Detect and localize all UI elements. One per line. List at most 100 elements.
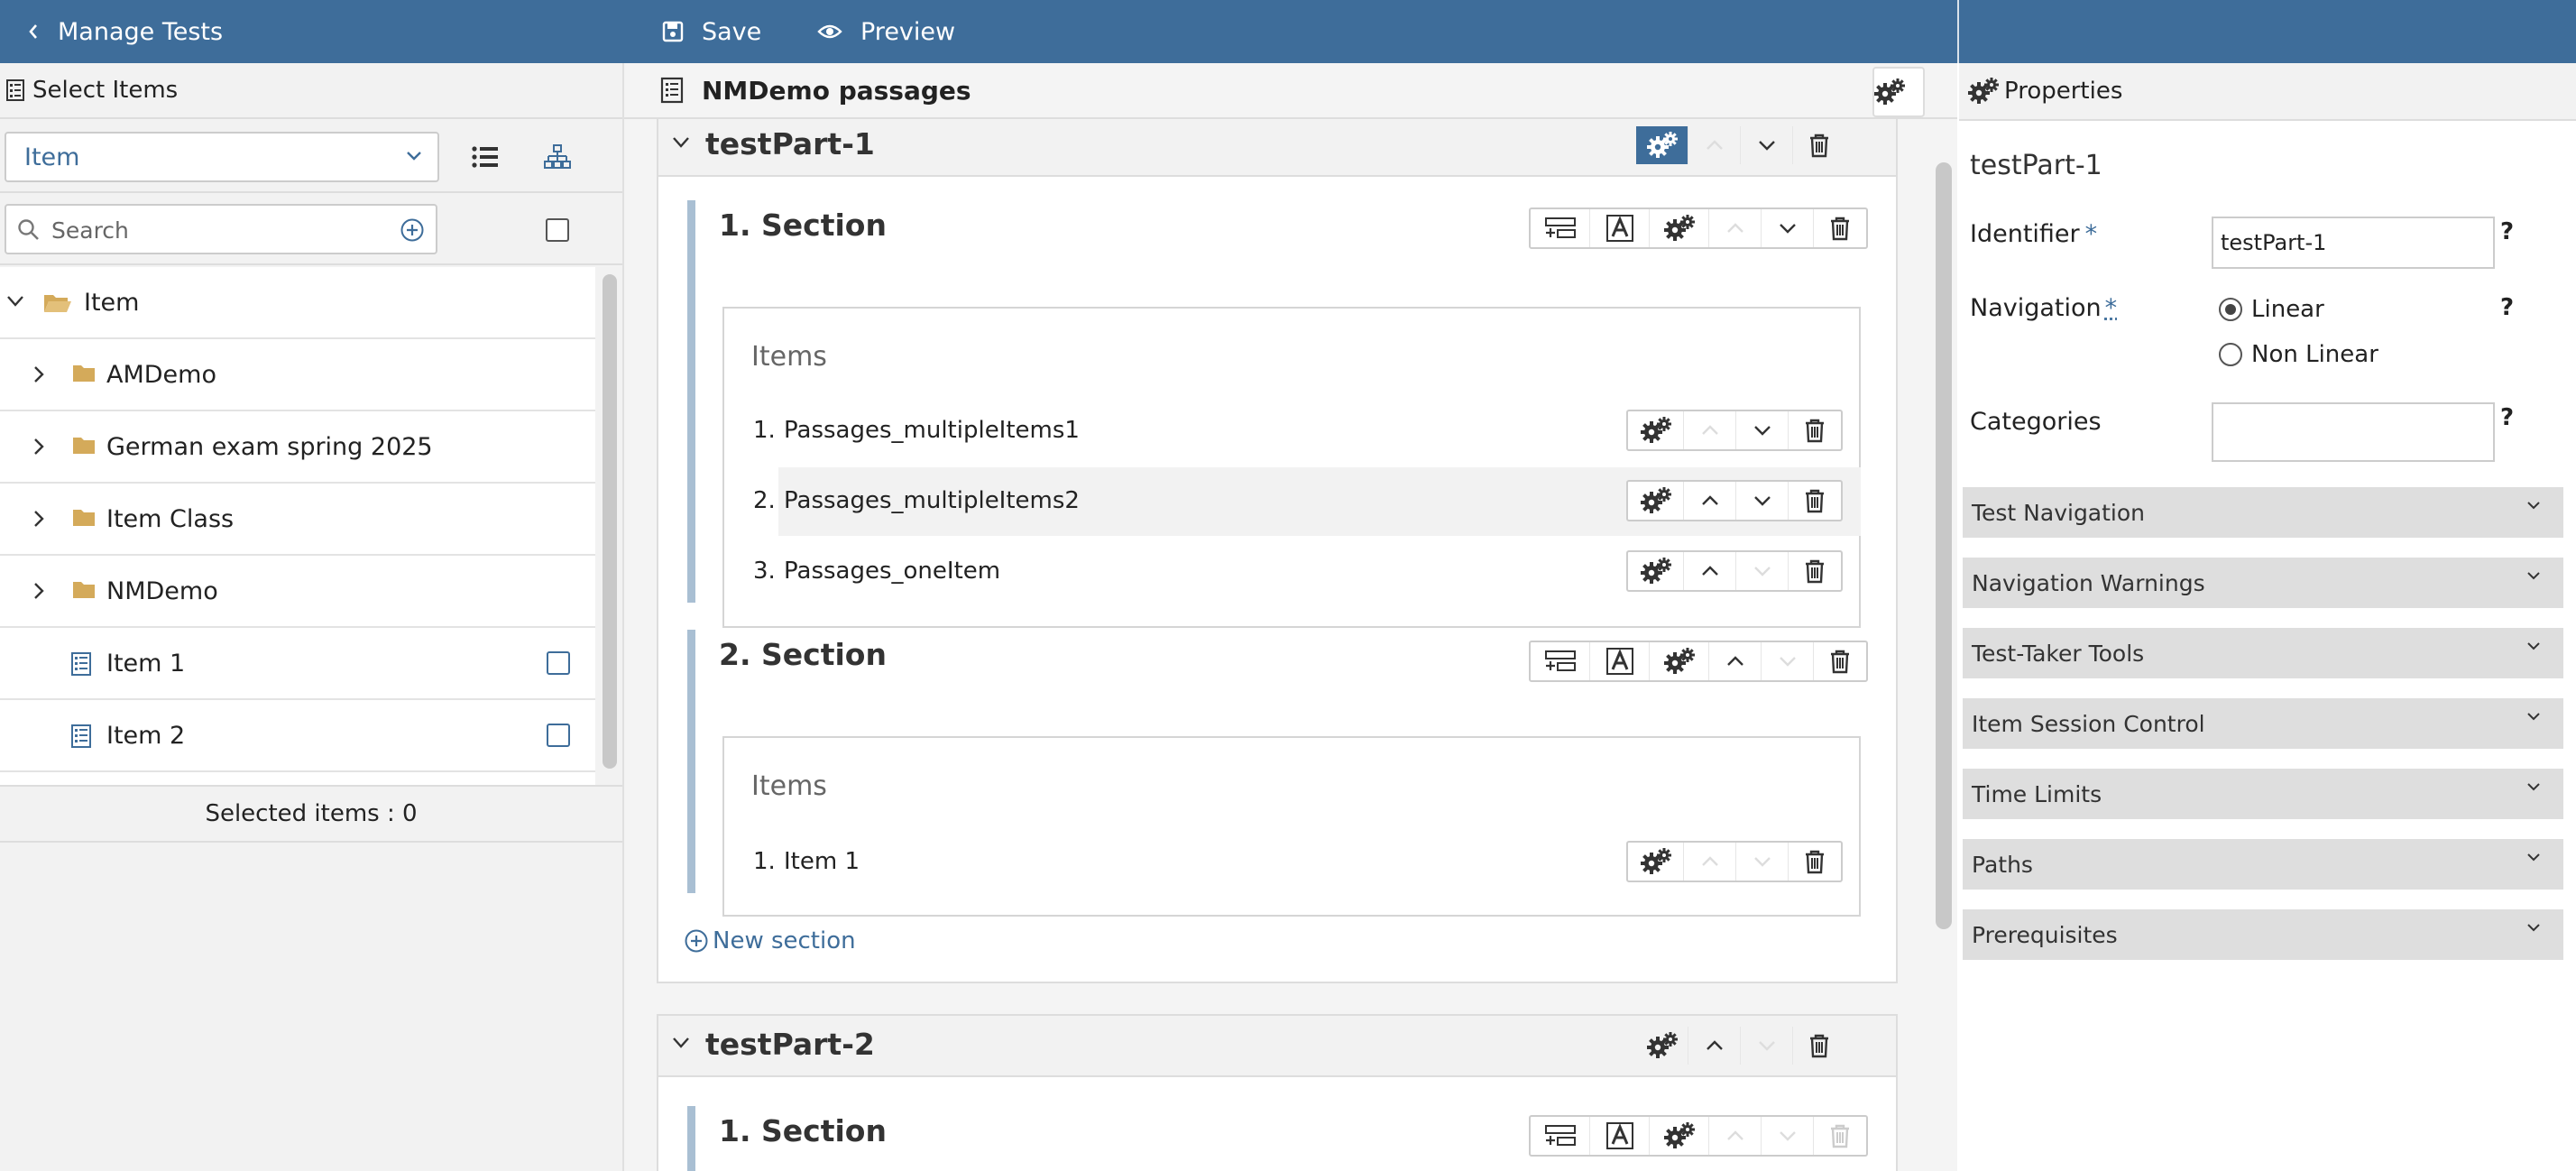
move-down-button — [1736, 843, 1789, 881]
accordion-test-taker-tools[interactable]: Test-Taker Tools — [1963, 628, 2563, 678]
chevron-down-icon — [1753, 567, 1771, 576]
move-down-button[interactable] — [1762, 209, 1814, 247]
delete-section-button[interactable] — [1814, 642, 1866, 680]
select-items-panel: Select Items Item Item AMDemo — [0, 63, 624, 1171]
delete-test-part-button[interactable] — [1793, 126, 1845, 164]
move-up-button[interactable] — [1684, 482, 1736, 520]
delete-test-part-button[interactable] — [1793, 1027, 1845, 1065]
section-rubric-button[interactable] — [1590, 209, 1650, 247]
list-icon — [472, 146, 498, 168]
selected-element-title: testPart-1 — [1970, 150, 2102, 181]
tree-label: Item 2 — [106, 721, 186, 750]
search-input[interactable] — [51, 213, 385, 247]
item-ref-row[interactable]: 1. Passages_multipleItems1 — [753, 397, 1861, 466]
item-properties-button[interactable] — [1628, 552, 1684, 590]
trash-icon — [1806, 850, 1824, 874]
section-properties-button[interactable] — [1650, 209, 1709, 247]
tree-row-nmdemo[interactable]: NMDemo — [0, 556, 595, 628]
list-view-button[interactable] — [462, 135, 509, 179]
item-ref-row[interactable]: 1. Item 1 — [753, 828, 1861, 897]
test-part-properties-button[interactable] — [1636, 126, 1688, 164]
save-button[interactable]: Save — [662, 0, 761, 63]
tree-row-item-root[interactable]: Item — [0, 267, 595, 339]
tree-row-german-exam[interactable]: German exam spring 2025 — [0, 411, 595, 484]
item-1-checkbox[interactable] — [547, 651, 570, 675]
tree-row-item-class[interactable]: Item Class — [0, 484, 595, 556]
accordion-time-limits[interactable]: Time Limits — [1963, 769, 2563, 819]
text-a-icon — [1605, 1122, 1633, 1149]
add-circle-icon[interactable] — [400, 217, 425, 243]
move-up-button[interactable] — [1688, 1027, 1741, 1065]
gears-icon — [1640, 848, 1671, 874]
move-down-button[interactable] — [1736, 411, 1789, 449]
chevron-down-icon[interactable] — [671, 1036, 691, 1050]
accordion-navigation-warnings[interactable]: Navigation Warnings — [1963, 558, 2563, 608]
tree-row-amdemo[interactable]: AMDemo — [0, 339, 595, 411]
properties-header: Properties — [1959, 63, 2576, 121]
categories-help[interactable]: ? — [2500, 404, 2514, 431]
move-up-button[interactable] — [1709, 642, 1762, 680]
item-properties-button[interactable] — [1628, 411, 1684, 449]
chevron-down-icon — [2527, 572, 2540, 580]
categories-input[interactable] — [2212, 402, 2495, 462]
preview-button[interactable]: Preview — [817, 0, 955, 63]
delete-item-button[interactable] — [1789, 552, 1841, 590]
delete-section-button[interactable] — [1814, 209, 1866, 247]
test-authoring-area: testPart-1 1. Section Items 1. Passages_… — [624, 63, 1957, 1171]
test-part-1-toolbar — [1636, 126, 1845, 168]
section-rubric-button[interactable] — [1590, 1117, 1650, 1155]
items-label: Items — [751, 341, 827, 373]
item-type-select[interactable]: Item — [5, 132, 439, 182]
tree-view-button[interactable] — [534, 135, 581, 179]
add-subsection-button[interactable] — [1531, 642, 1590, 680]
hierarchy-icon — [544, 144, 571, 169]
move-down-button[interactable] — [1741, 126, 1793, 164]
move-up-button[interactable] — [1684, 552, 1736, 590]
center-scrollbar[interactable] — [1936, 162, 1952, 929]
chevron-right-icon[interactable] — [32, 437, 45, 456]
tree-scrollbar[interactable] — [597, 267, 622, 830]
move-down-button[interactable] — [1736, 482, 1789, 520]
search-icon — [18, 219, 39, 240]
accordion-item-session-control[interactable]: Item Session Control — [1963, 698, 2563, 749]
trash-icon — [1806, 489, 1824, 513]
new-section-button[interactable]: New section — [684, 927, 856, 954]
item-properties-button[interactable] — [1628, 482, 1684, 520]
section-properties-button[interactable] — [1650, 642, 1709, 680]
accordion-test-navigation[interactable]: Test Navigation — [1963, 487, 2563, 538]
section-rubric-button[interactable] — [1590, 642, 1650, 680]
tree-row-item-2[interactable]: Item 2 — [0, 700, 595, 772]
chevron-right-icon[interactable] — [32, 509, 45, 529]
navigation-linear-radio[interactable]: Linear — [2219, 296, 2324, 323]
trash-icon — [1831, 217, 1849, 241]
item-ref-row[interactable]: 3. Passages_oneItem — [753, 538, 1861, 606]
chevron-right-icon[interactable] — [32, 581, 45, 601]
add-subsection-button[interactable] — [1531, 1117, 1590, 1155]
chevron-right-icon[interactable] — [32, 364, 45, 384]
select-all-checkbox[interactable] — [546, 218, 569, 242]
navigation-help[interactable]: ? — [2500, 294, 2514, 321]
add-subsection-button[interactable] — [1531, 209, 1590, 247]
tree-scroll-thumb[interactable] — [603, 274, 617, 769]
delete-item-button[interactable] — [1789, 411, 1841, 449]
test-part-properties-button[interactable] — [1636, 1027, 1688, 1065]
item-2-checkbox[interactable] — [547, 724, 570, 747]
delete-item-button[interactable] — [1789, 843, 1841, 881]
test-part-1-header: testPart-1 — [658, 115, 1896, 177]
chevron-down-icon[interactable] — [5, 294, 25, 309]
delete-item-button[interactable] — [1789, 482, 1841, 520]
section-properties-button[interactable] — [1650, 1117, 1709, 1155]
item-ref-row[interactable]: 2. Passages_multipleItems2 — [753, 467, 1861, 536]
chevron-down-icon[interactable] — [671, 135, 691, 150]
manage-tests-back-link[interactable]: Manage Tests — [27, 0, 223, 63]
accordion-paths[interactable]: Paths — [1963, 839, 2563, 890]
navigation-nonlinear-radio[interactable]: Non Linear — [2219, 341, 2378, 368]
item-properties-button[interactable] — [1628, 843, 1684, 881]
test-properties-button[interactable] — [1872, 67, 1925, 117]
tree-row-item-1[interactable]: Item 1 — [0, 628, 595, 700]
identifier-input[interactable]: testPart-1 — [2212, 217, 2495, 269]
chevron-left-icon — [29, 24, 37, 39]
identifier-help[interactable]: ? — [2500, 218, 2514, 245]
move-up-button — [1684, 411, 1736, 449]
accordion-prerequisites[interactable]: Prerequisites — [1963, 909, 2563, 960]
